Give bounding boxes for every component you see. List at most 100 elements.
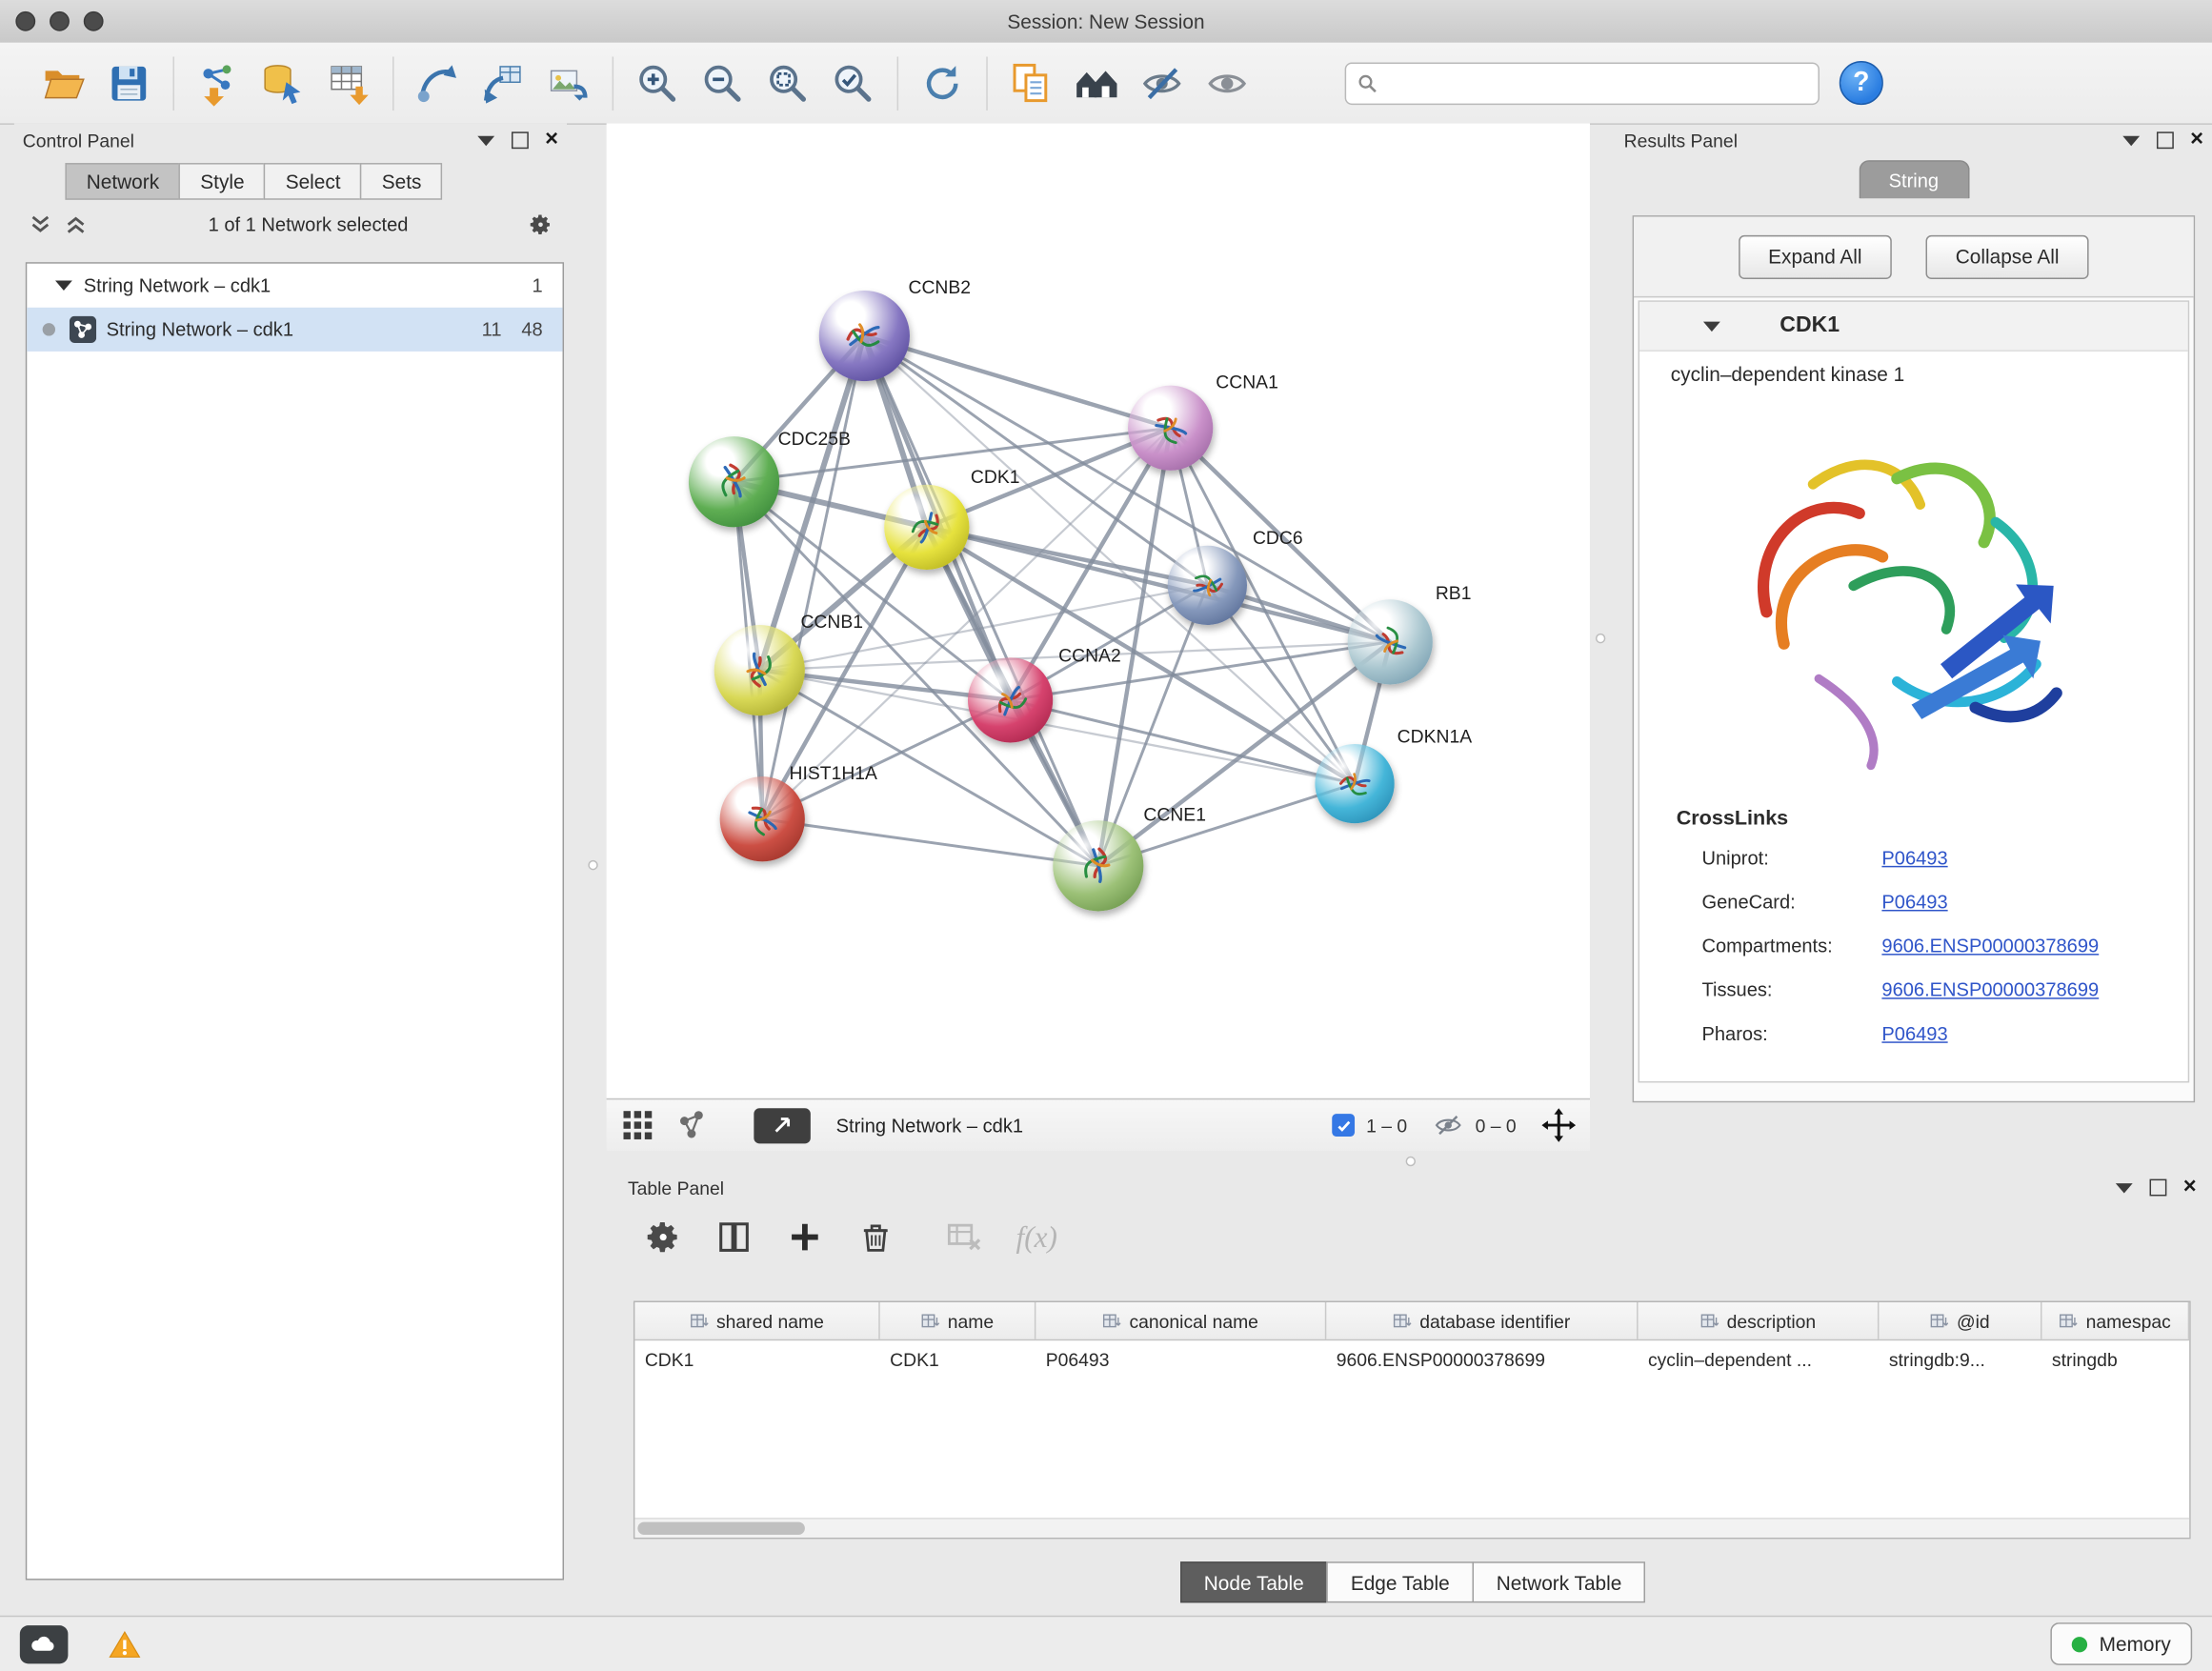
network-node-CCNB2[interactable] <box>819 291 910 381</box>
float-panel-icon[interactable] <box>511 131 528 149</box>
zoom-out-button[interactable] <box>690 50 754 115</box>
results-tab-string[interactable]: String <box>1859 160 1969 198</box>
annotation-mode-button[interactable] <box>754 1107 811 1142</box>
gene-collapse-icon[interactable] <box>1703 321 1720 331</box>
cloud-icon <box>29 1633 60 1654</box>
network-row[interactable]: String Network – cdk1 11 48 <box>27 308 562 352</box>
node-table: shared namenamecanonical namedatabase id… <box>633 1301 2191 1540</box>
right-splitter-handle[interactable] <box>1596 634 1605 643</box>
collapse-table-icon[interactable] <box>2115 1182 2132 1192</box>
table-row[interactable]: CDK1CDK1P064939606.ENSP00000378699cyclin… <box>634 1340 2189 1379</box>
network-node-HIST1H1A[interactable] <box>720 776 805 861</box>
network-node-CCNA2[interactable] <box>968 657 1053 742</box>
new-network-from-selection-button[interactable] <box>471 50 535 115</box>
help-button[interactable]: ? <box>1840 61 1883 105</box>
column-header-database-identifier[interactable]: database identifier <box>1326 1302 1638 1339</box>
network-canvas[interactable]: CCNB2CCNA1CDC25BCDK1CDC6RB1CCNB1CCNA2CDK… <box>607 123 1590 1097</box>
import-table-button[interactable] <box>316 50 381 115</box>
hidden-eye-icon[interactable] <box>1433 1113 1464 1138</box>
save-session-button[interactable] <box>96 50 161 115</box>
warnings-button[interactable] <box>102 1624 148 1662</box>
move-crosshair-icon[interactable] <box>1541 1108 1576 1142</box>
add-column-icon[interactable] <box>787 1218 824 1256</box>
copy-document-button[interactable] <box>999 50 1064 115</box>
tab-edge-table[interactable]: Edge Table <box>1327 1561 1474 1602</box>
column-header-description[interactable]: description <box>1639 1302 1880 1339</box>
network-collection-row[interactable]: String Network – cdk1 1 <box>27 264 562 308</box>
import-database-button[interactable] <box>251 50 315 115</box>
gear-icon[interactable] <box>529 211 553 235</box>
zoom-in-button[interactable] <box>625 50 690 115</box>
tab-select[interactable]: Select <box>264 163 362 200</box>
export-image-button[interactable] <box>535 50 600 115</box>
network-node-label: RB1 <box>1436 582 1472 603</box>
selected-checkbox-icon[interactable] <box>1332 1114 1355 1137</box>
tab-style[interactable]: Style <box>179 163 266 200</box>
external-arrow-icon <box>773 1116 793 1136</box>
close-panel-icon[interactable]: × <box>545 133 558 148</box>
import-network-button[interactable] <box>186 50 251 115</box>
collapse-results-icon[interactable] <box>2122 135 2140 145</box>
scrollbar-thumb[interactable] <box>637 1522 805 1535</box>
import-network-icon <box>195 60 241 106</box>
zoom-fit-button[interactable] <box>755 50 820 115</box>
select-columns-icon[interactable] <box>715 1218 753 1256</box>
expand-all-button[interactable]: Expand All <box>1739 234 1892 278</box>
column-header-@id[interactable]: @id <box>1879 1302 2041 1339</box>
collapse-all-networks-icon[interactable] <box>64 211 88 235</box>
tab-network-table[interactable]: Network Table <box>1472 1561 1645 1602</box>
first-neighbors-button[interactable] <box>405 50 470 115</box>
expand-all-networks-icon[interactable] <box>29 211 52 235</box>
crosslink-link[interactable]: 9606.ENSP00000378699 <box>1881 936 2099 956</box>
grid-icon[interactable] <box>621 1108 655 1142</box>
tab-sets[interactable]: Sets <box>360 163 442 200</box>
network-node-CDC25B[interactable] <box>689 436 779 527</box>
column-header-name[interactable]: name <box>880 1302 1036 1339</box>
global-search-field[interactable] <box>1345 62 1820 105</box>
birds-eye-view-button[interactable] <box>1064 50 1129 115</box>
tab-network[interactable]: Network <box>65 163 180 200</box>
left-splitter-handle[interactable] <box>588 860 597 870</box>
network-node-CCNE1[interactable] <box>1053 820 1143 911</box>
crosslink-link[interactable]: P06493 <box>1881 892 1947 913</box>
tree-expand-icon[interactable] <box>55 281 72 291</box>
close-results-icon[interactable]: × <box>2190 133 2203 148</box>
network-node-CDC6[interactable] <box>1168 546 1247 625</box>
network-node-CDK1[interactable] <box>884 485 969 570</box>
gene-section: CDK1 cyclin–dependent kinase 1 <box>1639 300 2190 1082</box>
collapse-all-button[interactable]: Collapse All <box>1926 234 2089 278</box>
network-node-CCNB1[interactable] <box>714 625 805 715</box>
cloud-button[interactable] <box>20 1624 69 1662</box>
float-results-icon[interactable] <box>2156 131 2173 149</box>
search-input[interactable] <box>1386 70 1807 94</box>
float-table-icon[interactable] <box>2149 1179 2166 1197</box>
zoom-selected-button[interactable] <box>820 50 885 115</box>
close-table-icon[interactable]: × <box>2183 1180 2197 1195</box>
network-node-CDKN1A[interactable] <box>1315 744 1394 823</box>
hide-annotations-button[interactable] <box>1130 50 1195 115</box>
crosslink-link[interactable]: P06493 <box>1881 848 1947 869</box>
column-header-shared-name[interactable]: shared name <box>634 1302 879 1339</box>
network-node-CCNA1[interactable] <box>1128 386 1213 471</box>
collapse-panel-icon[interactable] <box>477 135 494 145</box>
table-horizontal-scrollbar[interactable] <box>634 1518 2189 1538</box>
column-header-namespac[interactable]: namespac <box>2041 1302 2189 1339</box>
crosslink-link[interactable]: 9606.ENSP00000378699 <box>1881 979 2099 1000</box>
gene-section-header[interactable]: CDK1 <box>1639 302 2188 352</box>
bottom-splitter-handle[interactable] <box>1406 1157 1416 1166</box>
open-session-button[interactable] <box>31 50 96 115</box>
results-panel-title: Results Panel <box>1624 130 1738 151</box>
crosslink-link[interactable]: P06493 <box>1881 1023 1947 1044</box>
show-graphics-button[interactable] <box>1195 50 1259 115</box>
gene-description: cyclin–dependent kinase 1 <box>1671 363 2188 386</box>
table-gear-icon[interactable] <box>645 1218 682 1256</box>
apply-layout-button[interactable] <box>910 50 975 115</box>
share-network-icon[interactable] <box>674 1108 709 1142</box>
network-node-RB1[interactable] <box>1348 599 1433 684</box>
tab-node-table[interactable]: Node Table <box>1179 1561 1328 1602</box>
delete-column-icon[interactable] <box>857 1218 895 1256</box>
zoom-fit-icon <box>765 60 811 106</box>
column-header-canonical-name[interactable]: canonical name <box>1036 1302 1326 1339</box>
table-panel-title: Table Panel <box>628 1177 724 1198</box>
memory-button[interactable]: Memory <box>2051 1622 2192 1665</box>
